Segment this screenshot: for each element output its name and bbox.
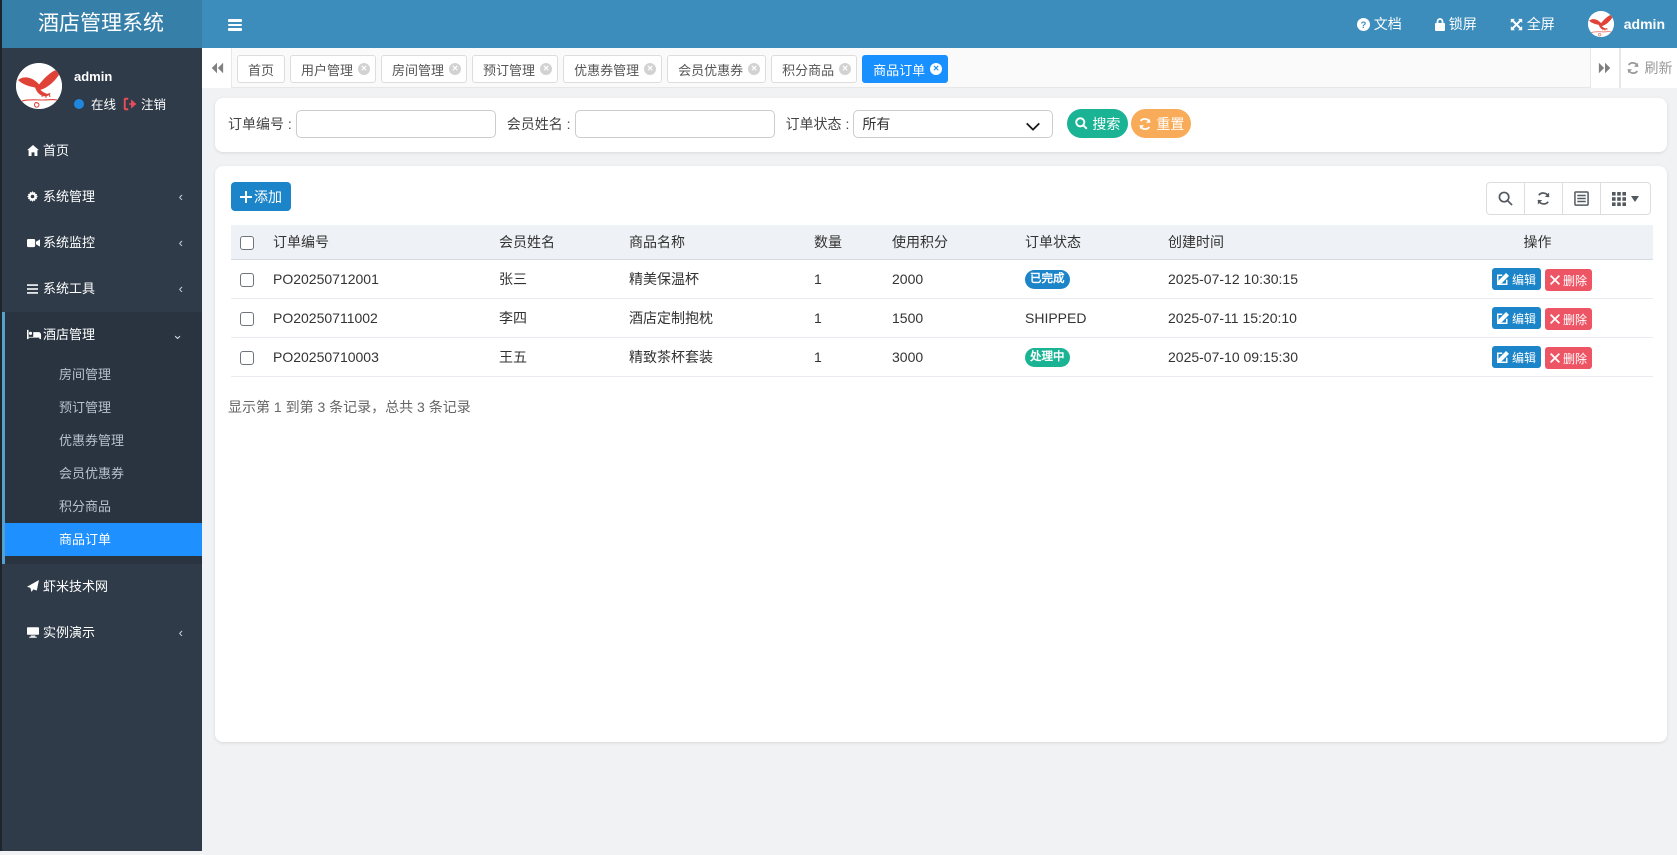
svg-text:?: ? <box>1360 19 1366 29</box>
